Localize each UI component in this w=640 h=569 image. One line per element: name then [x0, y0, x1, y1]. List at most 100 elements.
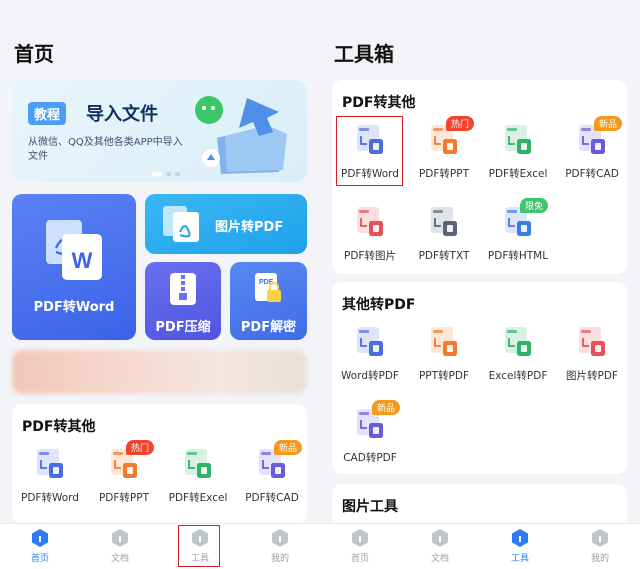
user-icon	[272, 529, 288, 547]
tool-item[interactable]: PDF转图片	[332, 198, 408, 270]
tool-item[interactable]: PDF转Word	[12, 440, 88, 512]
tab-toolbox[interactable]: 工具	[490, 528, 550, 564]
ppt-to-pdf-icon	[431, 327, 457, 356]
tab-label: 文档	[430, 554, 449, 564]
tile-label: 图片转PDF	[215, 220, 284, 235]
folder-icon	[112, 529, 128, 547]
import-file-banner[interactable]: 教程 导入文件 从微信、QQ及其他各类APP中导入文件	[12, 80, 307, 182]
tool-label: PDF转CAD	[245, 492, 299, 504]
tool-item[interactable]: PDF转CAD 新品	[234, 440, 310, 512]
pdf-to-excel-icon	[185, 449, 211, 478]
tool-item[interactable]: PDF转Excel	[160, 440, 236, 512]
toolbox-screen: 工具箱 PDF转其他 PDF转Word PDF转PPT 热门 PDF转Excel PDF…	[320, 0, 640, 569]
bottom-tab-bar: 首页 文档 工具 我的	[0, 523, 320, 569]
toolbox-icon	[512, 529, 528, 547]
tool-label: PDF转PPT	[418, 168, 470, 180]
pdf-to-excel-icon	[505, 125, 531, 154]
tile-label: PDF解密	[240, 320, 297, 335]
tile-label: PDF压缩	[155, 320, 211, 335]
tool-item[interactable]: PDF转PPT 热门	[86, 440, 162, 512]
tool-label: PDF转图片	[344, 250, 396, 262]
tool-label: PDF转Word	[21, 492, 79, 504]
carousel-dots	[152, 172, 180, 176]
section-title: 图片工具	[342, 499, 398, 515]
tab-user[interactable]: 我的	[250, 528, 310, 564]
tab-home[interactable]: 首页	[330, 528, 390, 564]
home-icon	[32, 529, 48, 547]
section-title: PDF转其他	[22, 419, 96, 435]
tool-badge: 新品	[594, 116, 623, 131]
tab-user[interactable]: 我的	[570, 528, 630, 564]
tool-label: CAD转PDF	[343, 452, 397, 464]
bottom-tab-bar: 首页 文档 工具 我的	[320, 523, 640, 569]
tool-item[interactable]: Word转PDF	[332, 318, 408, 390]
tool-item[interactable]: 图片转PDF	[554, 318, 630, 390]
pdf-to-image-icon	[357, 207, 383, 236]
pdf-to-word-icon	[37, 449, 63, 478]
pdf-to-word-highlight	[336, 116, 403, 186]
tool-item[interactable]: PPT转PDF	[406, 318, 482, 390]
tool-item[interactable]: PDF转Excel	[480, 116, 556, 188]
tool-item[interactable]: PDF转HTML 限免	[480, 198, 556, 270]
tool-item[interactable]: Excel转PDF	[480, 318, 556, 390]
pdf-to-other-panel: PDF转其他 PDF转Word PDF转PPT 热门 PDF转Excel PDF转CAD…	[332, 80, 627, 274]
pdf-decrypt-tile[interactable]: PDF PDF解密	[230, 262, 307, 340]
home-screen: 首页 教程 导入文件 从微信、QQ及其他各类APP中导入文件 W PDF转Wor…	[0, 0, 320, 569]
blurred-ad-banner[interactable]	[12, 350, 307, 394]
folder-icon	[432, 529, 448, 547]
tool-item[interactable]: CAD转PDF 新品	[332, 400, 408, 472]
excel-to-pdf-icon	[505, 327, 531, 356]
tab-label: 工具	[510, 554, 529, 564]
tool-label: 图片转PDF	[566, 370, 618, 382]
tool-label: Word转PDF	[341, 370, 399, 382]
tab-home[interactable]: 首页	[10, 528, 70, 564]
section-title: 其他转PDF	[342, 297, 416, 313]
pdf-to-other-panel: PDF转其他 PDF转Word PDF转PPT 热门 PDF转Excel PDF转CAD…	[12, 404, 307, 524]
pdf-to-txt-icon	[431, 207, 457, 236]
tab-folder[interactable]: 文档	[90, 528, 150, 564]
page-title: 工具箱	[334, 42, 394, 66]
tool-label: PDF转Excel	[488, 168, 548, 180]
tool-label: PDF转HTML	[487, 250, 549, 262]
tool-label: PDF转TXT	[418, 250, 470, 262]
image-to-pdf-icon	[163, 206, 199, 242]
tab-label: 首页	[350, 554, 369, 564]
tab-label: 我的	[590, 554, 609, 564]
pdf-compress-tile[interactable]: PDF压缩	[145, 262, 221, 340]
tool-item[interactable]: PDF转TXT	[406, 198, 482, 270]
pdf-to-word-icon: W	[46, 220, 102, 280]
tab-label: 首页	[30, 554, 49, 564]
tool-label: PDF转Excel	[168, 492, 228, 504]
other-to-pdf-panel: 其他转PDF Word转PDF PPT转PDF Excel转PDF 图片转PDF CAD…	[332, 282, 627, 474]
tool-badge: 热门	[126, 440, 155, 455]
pdf-lock-icon: PDF	[255, 273, 281, 302]
banner-title: 导入文件	[86, 104, 158, 125]
tool-item[interactable]: PDF转CAD 新品	[554, 116, 630, 188]
home-icon	[352, 529, 368, 547]
tool-badge: 热门	[446, 116, 475, 131]
svg-text:W: W	[72, 248, 93, 273]
tab-label: 我的	[270, 554, 289, 564]
tile-label: PDF转Word	[33, 300, 115, 315]
user-icon	[592, 529, 608, 547]
section-title: PDF转其他	[342, 95, 416, 111]
tool-label: PDF转CAD	[565, 168, 619, 180]
zip-icon	[170, 273, 196, 305]
pdf-to-word-tile[interactable]: W PDF转Word	[12, 194, 136, 340]
image-to-pdf-icon	[579, 327, 605, 356]
tool-badge: 新品	[372, 400, 401, 415]
tutorial-tag: 教程	[28, 102, 67, 125]
tab-folder[interactable]: 文档	[410, 528, 470, 564]
import-folder-illustration-icon	[195, 96, 287, 174]
tool-item[interactable]: PDF转PPT 热门	[406, 116, 482, 188]
banner-subtitle: 从微信、QQ及其他各类APP中导入文件	[28, 137, 183, 162]
tool-label: PPT转PDF	[418, 370, 470, 382]
page-title: 首页	[14, 42, 54, 66]
tools-tab-highlight	[178, 525, 220, 567]
tool-label: PDF转PPT	[98, 492, 150, 504]
image-to-pdf-tile[interactable]: 图片转PDF	[145, 194, 307, 254]
word-to-pdf-icon	[357, 327, 383, 356]
tab-label: 文档	[110, 554, 129, 564]
tool-label: Excel转PDF	[488, 370, 548, 382]
tool-badge: 新品	[274, 440, 303, 455]
